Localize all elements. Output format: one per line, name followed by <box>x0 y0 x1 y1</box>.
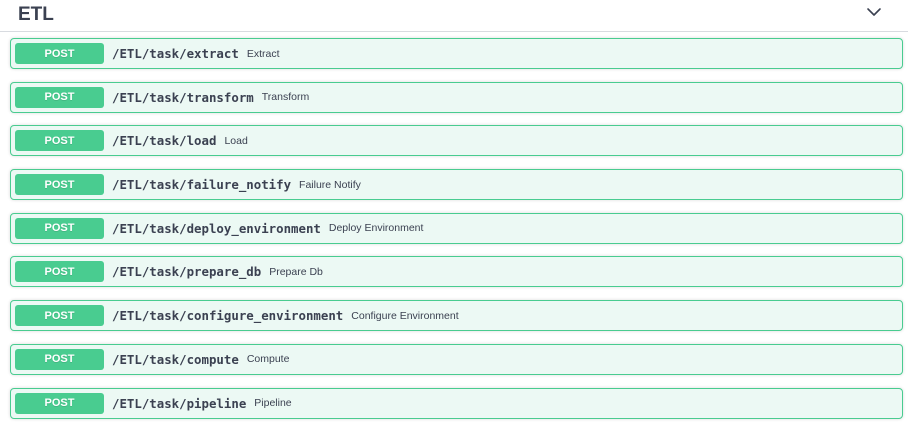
operation-summary: Extract <box>246 47 280 60</box>
operation-summary: Failure Notify <box>299 178 361 191</box>
operation-path: /ETL/task/extract <box>112 46 239 61</box>
operation-row-transform[interactable]: POST /ETL/task/transform Transform <box>10 81 903 113</box>
operation-path: /ETL/task/transform <box>112 89 254 105</box>
operation-summary: Transform <box>261 91 310 104</box>
method-badge: POST <box>15 348 104 370</box>
operation-row-configure-environment[interactable]: POST /ETL/task/configure_environment Con… <box>10 300 903 332</box>
method-badge: POST <box>15 130 104 152</box>
method-badge: POST <box>15 261 104 283</box>
method-badge: POST <box>15 43 104 64</box>
method-badge: POST <box>15 217 104 239</box>
operation-row-failure-notify[interactable]: POST /ETL/task/failure_notify Failure No… <box>10 169 903 201</box>
section-title: ETL <box>18 4 54 25</box>
operation-summary: Deploy Environment <box>328 222 424 235</box>
operation-path: /ETL/task/pipeline <box>112 395 247 411</box>
method-badge: POST <box>15 305 104 327</box>
operation-summary: Pipeline <box>254 397 292 409</box>
operations-list: POST /ETL/task/extract Extract POST /ETL… <box>10 38 903 431</box>
operation-row-extract[interactable]: POST /ETL/task/extract Extract <box>10 38 903 69</box>
operation-row-load[interactable]: POST /ETL/task/load Load <box>10 125 903 157</box>
operation-path: /ETL/task/deploy_environment <box>112 220 321 236</box>
operation-row-compute[interactable]: POST /ETL/task/compute Compute <box>10 343 903 375</box>
api-tag-section: ETL POST /ETL/task/extract Extract POST … <box>0 0 908 440</box>
method-badge: POST <box>15 174 104 196</box>
section-header[interactable]: ETL <box>0 0 908 32</box>
operation-summary: Configure Environment <box>351 309 459 322</box>
operation-row-deploy-environment[interactable]: POST /ETL/task/deploy_environment Deploy… <box>10 212 903 244</box>
operation-summary: Compute <box>246 353 290 366</box>
operation-path: /ETL/task/prepare_db <box>112 264 262 280</box>
chevron-down-icon[interactable] <box>866 5 882 19</box>
operation-path: /ETL/task/load <box>112 133 217 149</box>
method-badge: POST <box>15 86 104 108</box>
operation-summary: Prepare Db <box>269 265 323 278</box>
method-badge: POST <box>15 392 104 414</box>
operation-row-prepare-db[interactable]: POST /ETL/task/prepare_db Prepare Db <box>10 256 903 288</box>
operation-path: /ETL/task/compute <box>112 351 239 367</box>
operation-path: /ETL/task/failure_notify <box>112 177 292 193</box>
operation-path: /ETL/task/configure_environment <box>112 308 344 324</box>
operation-row-pipeline[interactable]: POST /ETL/task/pipeline Pipeline <box>10 387 903 419</box>
operation-summary: Load <box>224 134 248 147</box>
